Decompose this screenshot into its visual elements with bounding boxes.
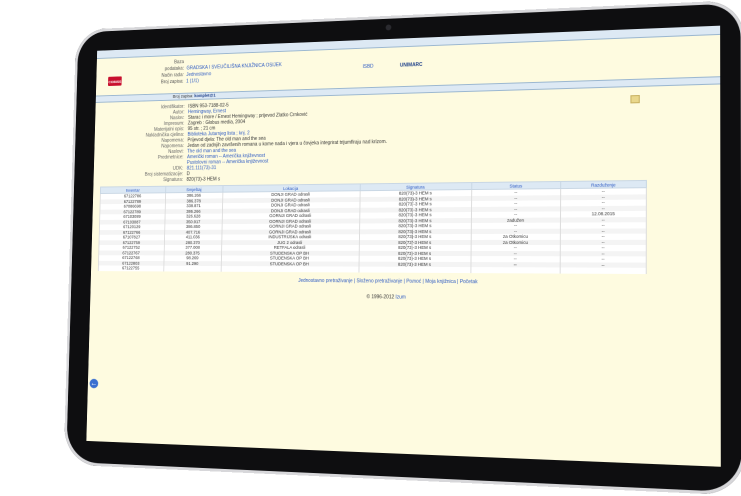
record-bar-value[interactable]: komplet@1 [194,93,215,98]
record-key: Signatura: [163,177,184,183]
footer-links[interactable]: Jednostavno pretraživanje | Složeno pret… [91,276,721,286]
table-cell [560,267,647,274]
header-info-value[interactable]: 1 (1/1) [186,78,199,84]
copyright-text: © 1996-2012 [366,293,395,300]
header-info-key: Baza podataka: [164,59,185,73]
screen: COBISS Baza podataka: GRADSKA I SVEUČILIŠ… [86,25,721,467]
tab-isbd[interactable]: ISBD [362,64,373,70]
table-cell: 67122755 [98,265,164,271]
record-value[interactable]: 821.111(73)-31 [187,165,217,171]
holdings-table: Inventar Smještaj Lokacija Signatura Status R… [98,180,647,274]
record-details: Identifikator: ISBN 953-7188-02-5 Autor: He… [93,84,720,183]
table-cell [470,267,561,274]
header-info: Baza podataka: GRADSKA I SVEUČILIŠNA KNJI… [157,56,282,87]
monitor-frame: COBISS Baza podataka: GRADSKA I SVEUČILIŠ… [63,0,741,496]
table-cell [220,266,360,273]
table-row: 67122755 [98,265,647,274]
copy-icon[interactable] [630,95,640,104]
header-info-key: Broj zapisa: [160,78,184,86]
header-info-value[interactable]: Jednostavno [186,71,211,77]
table-cell [163,265,222,272]
record-bar-label: Broj zapisa: [172,93,194,99]
copyright: © 1996-2012 Izum [90,291,720,303]
webcam [385,24,391,31]
record-value: 820(73)-3 HEM s [186,176,221,183]
cobiss-logo[interactable]: COBISS [107,76,122,87]
back-arrow-icon[interactable]: ← [89,378,99,389]
table-cell [359,266,471,273]
tab-unimarc[interactable]: UNIMARC [400,62,423,69]
view-tabs: ISBD UNIMARC [362,62,422,70]
izum-link[interactable]: Izum [395,294,405,300]
